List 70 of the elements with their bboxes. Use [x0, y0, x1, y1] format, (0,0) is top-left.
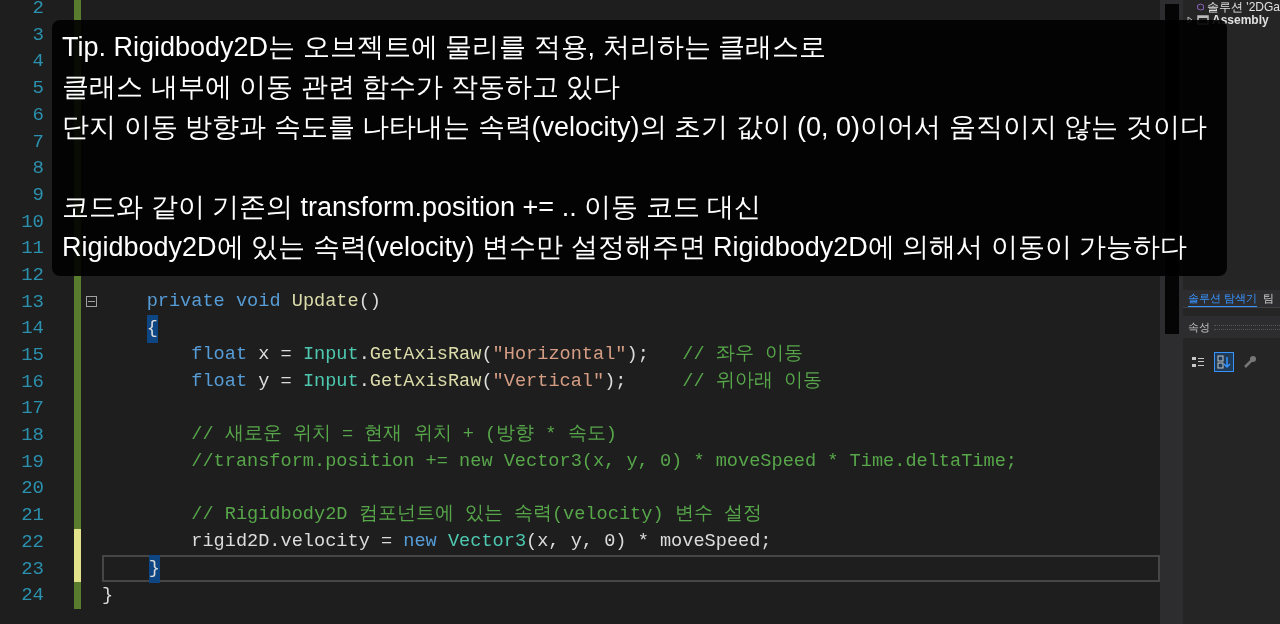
code-token: x = — [258, 343, 293, 368]
code-token: ( — [481, 343, 493, 368]
line-number: 15 — [20, 343, 44, 369]
code-comment: // Rigidbody2D 컴포넌트에 있는 속력(velocity) 변수 설정 — [191, 503, 762, 528]
panel-tab[interactable]: 팀 — [1263, 290, 1275, 307]
code-token: float — [191, 343, 248, 368]
solution-icon — [1197, 0, 1204, 13]
categorized-view-icon — [1191, 355, 1205, 369]
line-number: 20 — [20, 476, 44, 502]
line-number: 13 — [20, 289, 44, 315]
caption-line: 클래스 내부에 이동 관련 함수가 작동하고 있다 — [62, 71, 621, 104]
code-token: private void — [146, 289, 281, 314]
code-token: rigid2D.velocity = — [191, 530, 394, 555]
code-token: "Horizontal" — [492, 343, 627, 368]
caption-line: 단지 이동 방향과 속도를 나타내는 속력(velocity)의 초기 값이 (0, 0)이어서 움직이지 않는 것이다 — [62, 111, 1208, 144]
code-token: new — [403, 530, 437, 555]
code-token: "Vertical" — [492, 370, 605, 395]
line-number: 8 — [31, 156, 44, 182]
matched-brace: } — [148, 554, 160, 583]
code-token: ); — [604, 370, 627, 395]
tree-item[interactable]: 솔루션 '2DGa — [1207, 0, 1280, 16]
collapse-icon[interactable] — [86, 296, 97, 308]
line-number: 3 — [31, 22, 44, 48]
line-number: 17 — [20, 396, 44, 422]
sort-alphabetical-button[interactable] — [1214, 352, 1234, 372]
code-token: GetAxisRaw — [369, 370, 482, 395]
line-number: 14 — [20, 316, 44, 342]
code-comment: // 좌우 이동 — [682, 343, 803, 368]
panel-title: 속성 — [1188, 319, 1210, 335]
code-token: ( — [481, 370, 493, 395]
line-number: 10 — [20, 209, 44, 235]
code-token: ); — [626, 343, 649, 368]
line-number: 4 — [31, 49, 44, 75]
line-number: 24 — [20, 583, 44, 609]
code-token: . — [358, 343, 370, 368]
sort-alphabetical-icon — [1217, 355, 1231, 369]
code-token: () — [358, 289, 381, 314]
panel-grip[interactable] — [1214, 324, 1280, 330]
code-comment: //transform.position += new Vector3(x, y, 0) * moveSpeed * Time.deltaTime; — [191, 450, 1017, 475]
code-token: . — [358, 370, 370, 395]
code-token: Update — [291, 289, 359, 314]
caption-line: Tip. Rigidbody2D는 오브젝트에 물리를 적용, 처리하는 클래스로 — [62, 31, 828, 64]
code-token: Vector3 — [447, 530, 527, 555]
code-token: } — [102, 583, 114, 608]
code-token: float — [191, 370, 248, 395]
line-number: 2 — [31, 0, 44, 22]
line-number: 6 — [31, 102, 44, 128]
line-number: 5 — [31, 76, 44, 102]
line-number: 11 — [20, 236, 44, 262]
code-token: Input — [302, 343, 359, 368]
code-token: GetAxisRaw — [369, 343, 482, 368]
code-token: y = — [258, 370, 293, 395]
line-number: 22 — [20, 529, 44, 555]
code-token: (x, y, 0) * moveSpeed; — [526, 530, 772, 555]
line-number: 16 — [20, 369, 44, 395]
line-number: 21 — [20, 503, 44, 529]
line-number: 7 — [31, 129, 44, 155]
caption-line: 코드와 같이 기존의 transform.position += .. 이동 코드 대신 — [62, 191, 763, 224]
code-comment: // 새로운 위치 = 현재 위치 + (방향 * 속도) — [191, 423, 617, 448]
wrench-icon — [1243, 355, 1257, 369]
line-number: 23 — [20, 556, 44, 582]
code-comment: // 위아래 이동 — [682, 370, 822, 395]
line-number: 19 — [20, 449, 44, 475]
line-number: 18 — [20, 423, 44, 449]
caption-line: Rigidbody2D에 있는 속력(velocity) 변수만 설정해주면 Rigidbody2D에 의해서 이동이 가능하다 — [62, 231, 1189, 264]
code-token: Input — [302, 370, 359, 395]
matched-brace: { — [146, 314, 158, 343]
line-number: 12 — [20, 262, 44, 288]
panel-tab[interactable]: 솔루션 탐색기 — [1188, 289, 1258, 308]
line-number: 9 — [31, 182, 44, 208]
